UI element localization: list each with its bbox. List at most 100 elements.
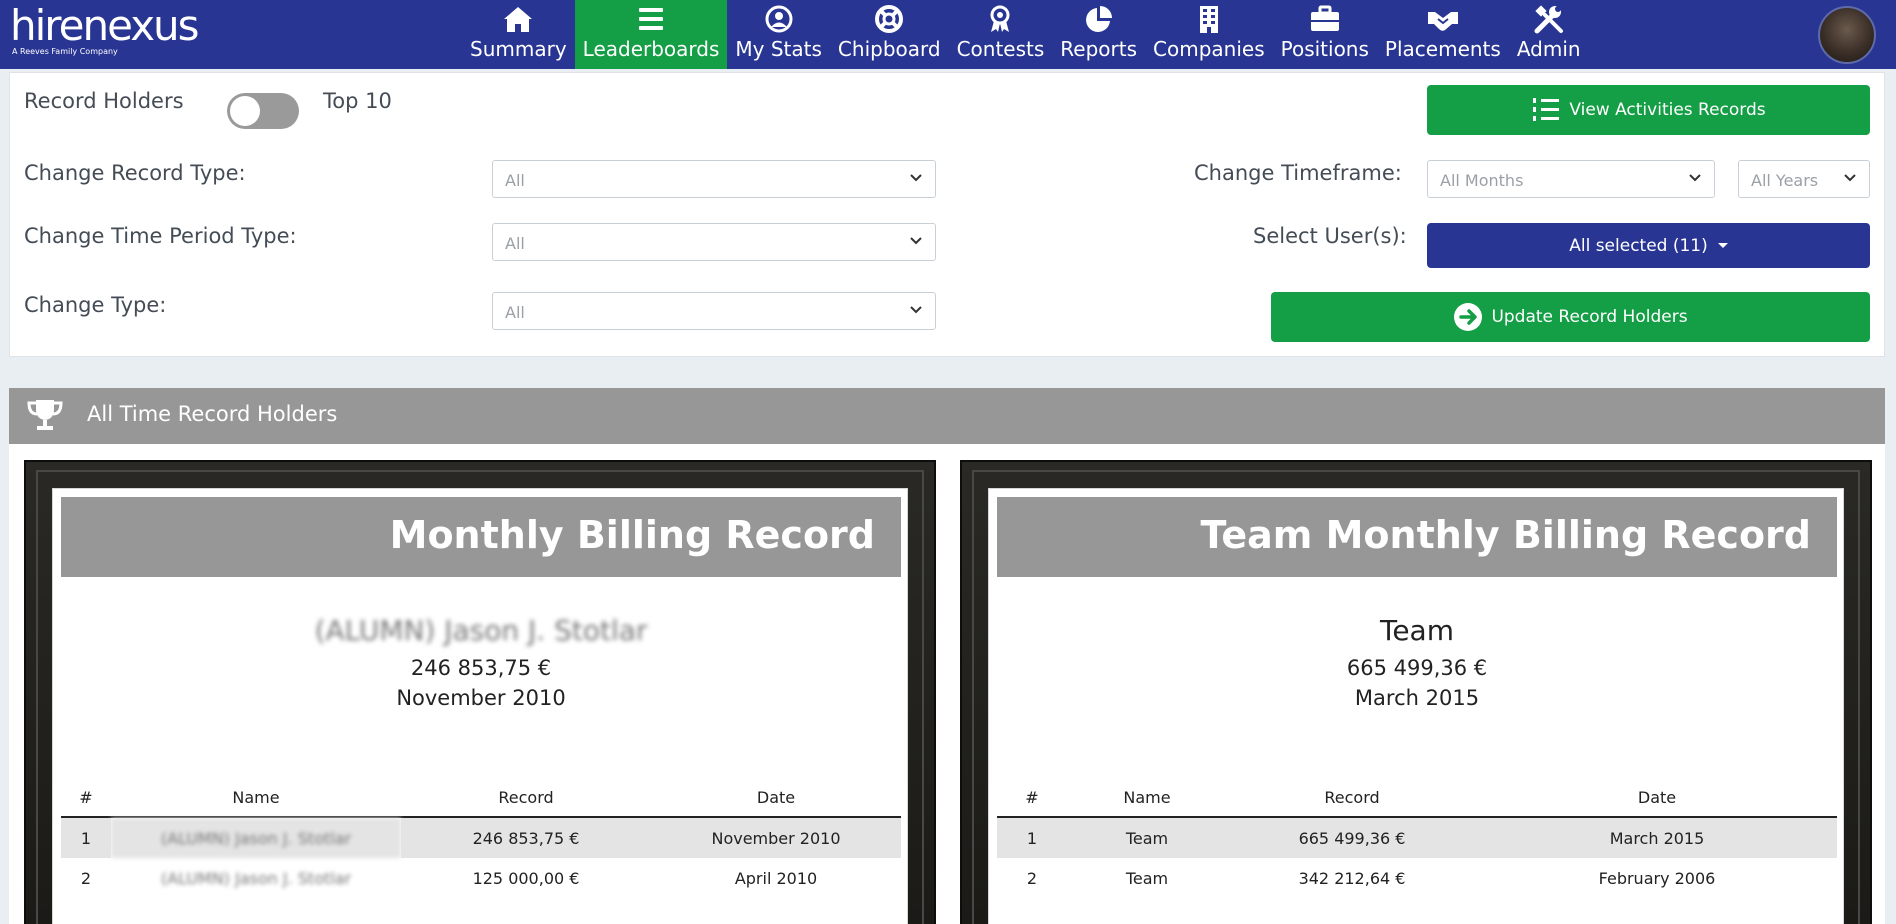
nav-my-stats[interactable]: My Stats [727,0,830,69]
nav-placements[interactable]: Placements [1377,0,1509,69]
table-header-row: # Name Record Date [61,779,901,818]
row-date: November 2010 [651,817,901,858]
caret-down-icon [1717,243,1728,248]
briefcase-icon [1310,5,1339,31]
record-frame-team-monthly-billing: Team Monthly Billing Record Team 665 499… [960,460,1872,924]
nav-admin[interactable]: Admin [1509,0,1589,69]
nav-contests[interactable]: Contests [949,0,1053,69]
view-activities-label: View Activities Records [1569,100,1766,120]
view-activities-records-button[interactable]: View Activities Records [1427,85,1870,135]
handshake-icon [1427,12,1458,31]
nav-chipboard[interactable]: Chipboard [830,0,949,69]
row-rank: 2 [1026,869,1038,888]
table-row: 2 Team 342 212,64 € February 2006 [997,858,1837,899]
arrow-circle-right-icon [1454,303,1483,331]
nav-label: Leaderboards [582,37,720,61]
nav-label: Reports [1060,37,1138,61]
record-type-select[interactable]: All [492,160,936,198]
time-period-type-value: All [505,234,525,253]
record-holders-toggle[interactable] [227,93,299,129]
top-navbar: hirenexus A Reeves Family Company Summar… [0,0,1896,69]
nav-companies[interactable]: Companies [1145,0,1273,69]
nav-leaderboards[interactable]: Leaderboards [574,0,728,69]
nav-label: Summary [470,37,567,61]
table-header-row: # Name Record Date [997,779,1837,818]
card-title: Team Monthly Billing Record [1200,513,1812,557]
timeframe-months-select[interactable]: All Months [1427,160,1715,198]
logo-text: hirenexus [10,1,200,50]
nav-label: Companies [1153,37,1265,61]
trophy-icon [27,400,63,430]
life-ring-icon [875,5,904,33]
user-circle-icon [765,5,793,33]
hirenexus-logo[interactable]: hirenexus A Reeves Family Company [10,1,200,57]
record-table: # Name Record Date 1 (ALUMN) Jason J. St… [61,779,901,899]
time-period-type-select[interactable]: All [492,223,936,261]
row-record: 342 212,64 € [1298,869,1406,888]
building-icon [1199,6,1218,33]
user-avatar[interactable] [1818,6,1876,64]
users-selected-value: All selected (11) [1569,235,1708,256]
logo-subtitle: A Reeves Family Company [12,47,118,56]
nav-label: Placements [1384,37,1501,61]
change-timeframe-label: Change Timeframe: [1194,161,1402,185]
row-record: 125 000,00 € [472,869,580,888]
table-row: 1 Team 665 499,36 € March 2015 [997,817,1837,858]
table-row: 1 (ALUMN) Jason J. Stotlar 246 853,75 € … [61,817,901,858]
nav-label: Chipboard [837,37,941,61]
col-record: Record [401,779,651,818]
row-record: 246 853,75 € [401,817,651,858]
record-holder-value: 246 853,75 € [410,656,552,680]
record-type-value: All [505,171,525,190]
section-title: All Time Record Holders [87,402,338,426]
timeframe-years-value: All Years [1751,171,1819,190]
list-ol-icon [1533,98,1560,121]
row-date: April 2010 [734,869,818,888]
nav-label: Contests [956,37,1045,61]
col-name: Name [1067,779,1227,818]
nav-summary[interactable]: Summary [462,0,575,69]
select-users-dropdown[interactable]: All selected (11) [1427,223,1870,268]
select-users-label: Select User(s): [1253,224,1407,248]
pie-chart-icon [1085,6,1112,32]
nav-label: Positions [1280,37,1369,61]
update-record-holders-label: Update Record Holders [1491,307,1688,327]
nav-reports[interactable]: Reports [1052,0,1145,69]
timeframe-years-select[interactable]: All Years [1738,160,1870,198]
col-record: Record [1227,779,1477,818]
update-record-holders-button[interactable]: Update Record Holders [1271,292,1870,342]
toggle-knob [230,96,260,126]
record-holder-date: November 2010 [396,686,566,710]
record-holder-date: March 2015 [1354,686,1480,710]
record-holders-label: Record Holders [24,89,184,113]
card-header: Team Monthly Billing Record [997,497,1837,577]
col-date: Date [1477,779,1837,818]
row-rank: 1 [61,817,111,858]
table-row: 2 (ALUMN) Jason J. Stotlar 125 000,00 € … [61,858,901,899]
type-value: All [505,303,525,322]
col-rank: # [61,779,111,818]
nav-positions[interactable]: Positions [1273,0,1377,69]
award-icon [990,5,1010,32]
record-table: # Name Record Date 1 Team 665 499,36 € M… [997,779,1837,899]
type-select[interactable]: All [492,292,936,330]
row-record: 665 499,36 € [1227,817,1477,858]
change-record-type-label: Change Record Type: [24,161,246,185]
row-name: Team [1125,869,1169,888]
col-date: Date [651,779,901,818]
chevron-down-icon [1844,174,1856,182]
chevron-down-icon [1689,174,1701,182]
row-name: (ALUMN) Jason J. Stotlar [111,817,401,858]
col-rank: # [997,779,1067,818]
change-type-label: Change Type: [24,293,167,317]
col-name: Name [111,779,401,818]
main-nav: Summary Leaderboards My Stats Chipboard … [462,0,1589,69]
nav-label: My Stats [735,37,822,61]
row-date: February 2006 [1598,869,1716,888]
timeframe-months-value: All Months [1440,171,1524,190]
change-time-period-type-label: Change Time Period Type: [24,224,297,248]
card-header: Monthly Billing Record [61,497,901,577]
record-frame-monthly-billing: Monthly Billing Record (ALUMN) Jason J. … [24,460,936,924]
chevron-down-icon [910,174,922,182]
row-name: (ALUMN) Jason J. Stotlar [160,869,352,888]
